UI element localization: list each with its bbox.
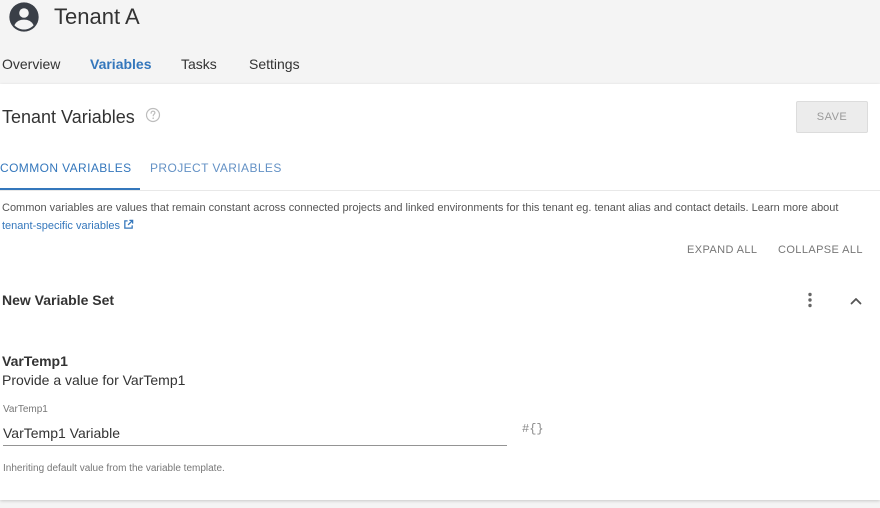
page-header: Tenant A Overview Variables Tasks Settin… <box>0 0 880 84</box>
description: Common variables are values that remain … <box>2 199 862 235</box>
tab-overview[interactable]: Overview <box>2 54 60 74</box>
save-button[interactable]: SAVE <box>796 101 868 133</box>
insert-variable-button[interactable]: #{} <box>522 421 544 437</box>
variable-name: VarTemp1 <box>2 353 68 369</box>
tab-project-variables[interactable]: PROJECT VARIABLES <box>150 160 282 176</box>
page-title: Tenant A <box>54 4 140 29</box>
help-circle-icon[interactable] <box>145 107 161 123</box>
tab-common-variables[interactable]: COMMON VARIABLES <box>0 160 132 176</box>
account-circle-icon <box>9 2 39 32</box>
variable-value-input[interactable] <box>3 420 507 446</box>
variable-helper-text: Inheriting default value from the variab… <box>3 463 225 474</box>
variable-set-title: New Variable Set <box>2 292 115 308</box>
chevron-up-icon[interactable] <box>847 292 865 310</box>
description-text: Common variables are values that remain … <box>2 202 839 214</box>
section-title: Tenant Variables <box>2 107 135 127</box>
tab-tasks[interactable]: Tasks <box>181 54 217 74</box>
external-link-icon <box>124 219 134 229</box>
tab-variables[interactable]: Variables <box>90 54 152 74</box>
tabs-divider <box>0 190 880 191</box>
variable-prompt: Provide a value for VarTemp1 <box>2 372 186 388</box>
link-label: tenant-specific variables <box>2 220 121 232</box>
variables-card: Tenant Variables SAVE COMMON VARIABLES P… <box>0 84 880 500</box>
collapse-all-button[interactable]: COLLAPSE ALL <box>778 242 863 258</box>
variable-field-label: VarTemp1 <box>3 404 48 415</box>
tenant-specific-variables-link[interactable]: tenant-specific variables <box>2 219 134 232</box>
more-vert-icon[interactable] <box>800 290 820 310</box>
tab-settings[interactable]: Settings <box>249 54 300 74</box>
expand-all-button[interactable]: EXPAND ALL <box>687 242 757 258</box>
